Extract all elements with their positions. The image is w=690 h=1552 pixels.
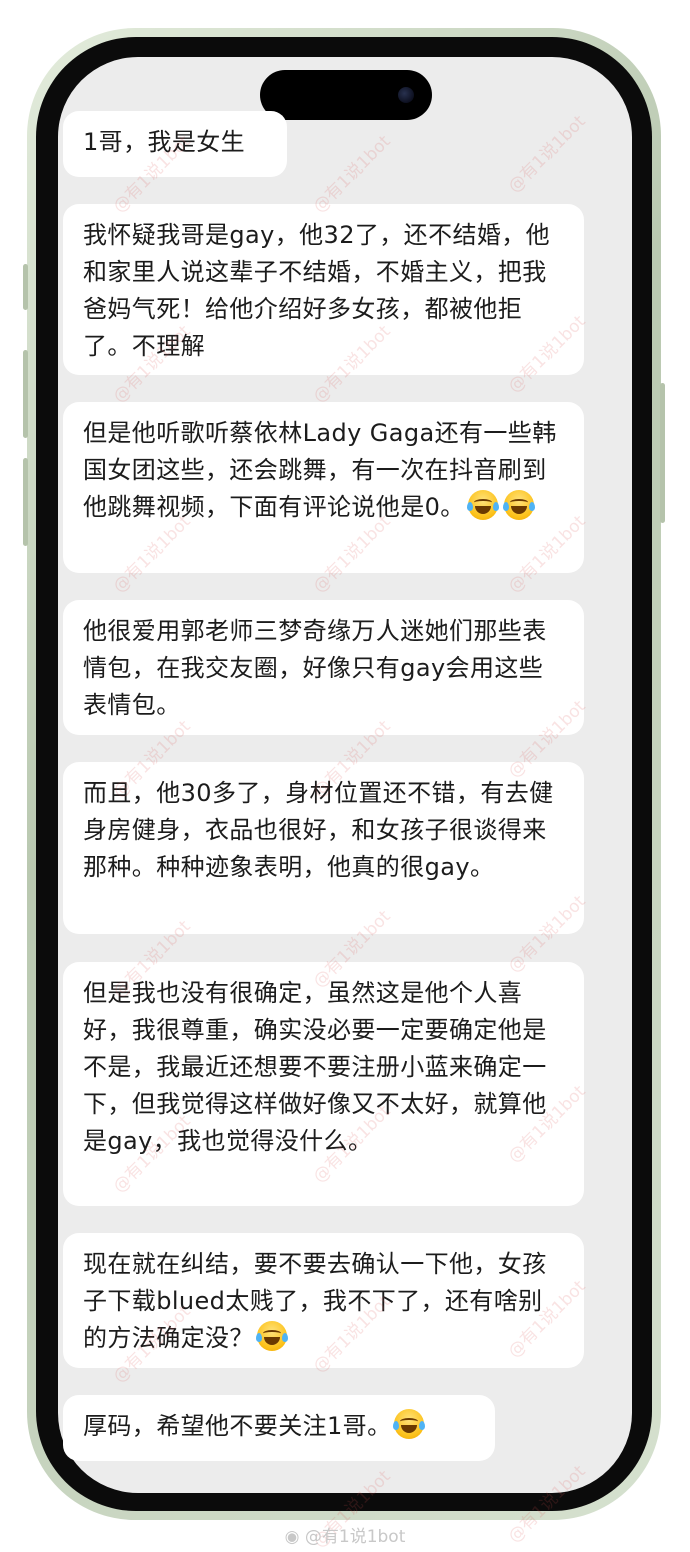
front-camera-icon: [398, 87, 414, 103]
joy-emoji-icon: [466, 490, 499, 520]
joy-emoji-icon: [393, 1409, 426, 1439]
message-bubble-8: 厚码，希望他不要关注1哥。: [63, 1395, 495, 1461]
message-text: 而且，他30多了，身材位置还不错，有去健身房健身，衣品也很好，和女孩子很谈得来那…: [83, 779, 554, 881]
message-bubble-2: 我怀疑我哥是gay，他32了，还不结婚，他和家里人说这辈子不结婚，不婚主义，把我…: [63, 204, 584, 375]
action-button: [23, 264, 28, 310]
weibo-icon: ◉: [284, 1527, 300, 1547]
message-bubble-1: 1哥，我是女生: [63, 111, 287, 177]
message-text: 我怀疑我哥是gay，他32了，还不结婚，他和家里人说这辈子不结婚，不婚主义，把我…: [83, 221, 551, 360]
joy-emoji-icon: [502, 490, 535, 520]
message-text: 他很爱用郭老师三梦奇缘万人迷她们那些表情包，在我交友圈，好像只有gay会用这些表…: [83, 617, 547, 719]
footer-watermark-text: @有1说1bot: [304, 1527, 406, 1547]
joy-emoji-icon: [255, 1321, 288, 1351]
dynamic-island: [260, 70, 432, 120]
volume-up-button: [23, 350, 28, 438]
power-button: [660, 383, 665, 523]
volume-down-button: [23, 458, 28, 546]
message-text: 厚码，希望他不要关注1哥。: [83, 1412, 392, 1440]
message-bubble-5: 而且，他30多了，身材位置还不错，有去健身房健身，衣品也很好，和女孩子很谈得来那…: [63, 762, 584, 934]
message-text: 1哥，我是女生: [83, 128, 246, 156]
message-bubble-7: 现在就在纠结，要不要去确认一下他，女孩子下载blued太贱了，我不下了，还有啥别…: [63, 1233, 584, 1368]
message-bubble-3: 但是他听歌听蔡依林Lady Gaga还有一些韩国女团这些，还会跳舞，有一次在抖音…: [63, 402, 584, 573]
message-text: 但是我也没有很确定，虽然这是他个人喜好，我很尊重，确实没必要一定要确定他是不是，…: [83, 979, 547, 1155]
message-bubble-6: 但是我也没有很确定，虽然这是他个人喜好，我很尊重，确实没必要一定要确定他是不是，…: [63, 962, 584, 1206]
footer-watermark: ◉ @有1说1bot: [0, 1522, 690, 1547]
message-text: 现在就在纠结，要不要去确认一下他，女孩子下载blued太贱了，我不下了，还有啥别…: [83, 1250, 547, 1352]
message-bubble-4: 他很爱用郭老师三梦奇缘万人迷她们那些表情包，在我交友圈，好像只有gay会用这些表…: [63, 600, 584, 735]
